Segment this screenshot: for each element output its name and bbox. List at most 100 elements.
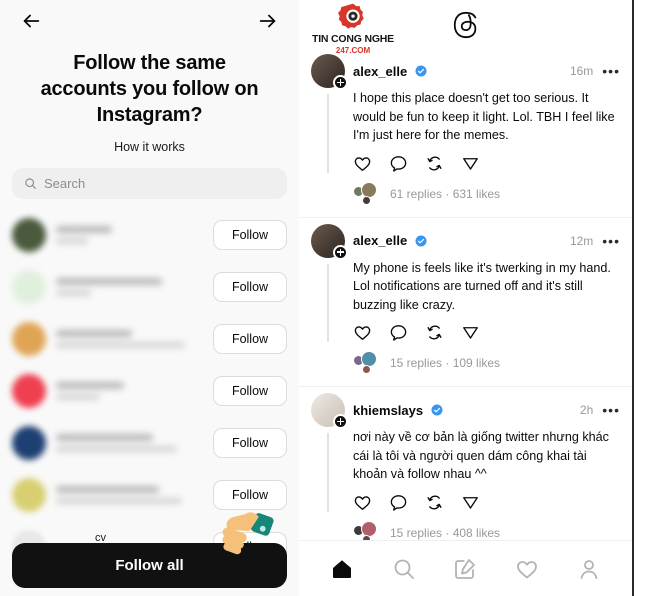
post-body: nơi này về cơ bản là giống twitter nhưng… (311, 428, 620, 556)
post-footer: 15 replies · 109 likes (353, 351, 620, 386)
post-text: My phone is feels like it's twerking in … (353, 260, 611, 312)
post[interactable]: alex_elle 12m ••• My phone is feels like… (299, 218, 632, 387)
thread-connector (327, 433, 329, 512)
post-stats[interactable]: 61 replies · 631 likes (390, 187, 500, 201)
follow-button[interactable]: Follow (213, 376, 287, 406)
reply-avatars (353, 351, 381, 375)
forward-arrow-icon[interactable] (255, 8, 281, 34)
nav-search-icon[interactable] (386, 551, 422, 587)
post-actions (353, 154, 620, 173)
follow-button[interactable]: Follow (213, 428, 287, 458)
post-header-right: 12m ••• (570, 234, 620, 248)
thread-connector (327, 263, 329, 342)
follow-button[interactable]: Follow (213, 272, 287, 302)
avatar[interactable] (311, 54, 348, 90)
add-follow-icon[interactable] (333, 244, 348, 260)
account-meta (56, 226, 203, 244)
follow-button[interactable]: Follow (213, 480, 287, 510)
post-header: alex_elle 12m ••• (311, 223, 620, 260)
post-timestamp: 2h (579, 403, 594, 417)
post-username[interactable]: khiemslays (353, 403, 423, 418)
repost-icon[interactable] (425, 154, 444, 173)
list-item[interactable]: Follow (0, 261, 299, 313)
instagram-follow-suggestions-panel: Follow the same accounts you follow on I… (0, 0, 299, 596)
account-meta (56, 330, 203, 348)
verified-badge-icon (431, 404, 443, 416)
verified-badge-icon (415, 65, 427, 77)
add-follow-icon[interactable] (333, 75, 348, 90)
post[interactable]: alex_elle 16m ••• I hope this place does… (299, 48, 632, 218)
comment-icon[interactable] (389, 493, 408, 512)
post-username[interactable]: alex_elle (353, 233, 407, 248)
post-stats[interactable]: 15 replies · 408 likes (390, 526, 500, 540)
threads-logo-icon (449, 8, 483, 42)
threads-topbar: TIN CONG NGHE 247.COM (299, 0, 632, 55)
comment-icon[interactable] (389, 154, 408, 173)
like-icon[interactable] (353, 323, 372, 342)
how-it-works-link[interactable]: How it works (0, 140, 299, 154)
search-placeholder: Search (44, 176, 86, 191)
post-header: khiemslays 2h ••• (311, 393, 620, 429)
repost-icon[interactable] (425, 323, 444, 342)
thread-connector (327, 94, 329, 173)
post-stats[interactable]: 15 replies · 109 likes (390, 356, 500, 370)
post-more-options-icon[interactable]: ••• (602, 234, 620, 248)
watermark-name: TIN CONG NGHE (312, 33, 394, 45)
avatar (12, 426, 46, 460)
page-title: Follow the same accounts you follow on I… (40, 52, 259, 126)
nav-activity-icon[interactable] (509, 551, 545, 587)
reply-avatars (353, 181, 381, 206)
follow-all-button[interactable]: Follow all (12, 543, 287, 588)
share-icon[interactable] (461, 493, 480, 512)
list-item[interactable]: Follow (0, 417, 299, 469)
list-item[interactable]: Follow (0, 313, 299, 365)
post-timestamp: 12m (569, 233, 594, 248)
post-more-options-icon[interactable]: ••• (602, 403, 620, 417)
like-icon[interactable] (353, 154, 372, 173)
account-meta (56, 278, 203, 296)
post-text: I hope this place doesn't get too seriou… (353, 91, 615, 142)
search-input[interactable]: Search (12, 168, 287, 199)
avatar (12, 322, 46, 356)
bottom-navigation-bar (299, 540, 632, 596)
post-body: My phone is feels like it's twerking in … (311, 259, 620, 387)
follow-button[interactable]: Follow (213, 324, 287, 354)
share-icon[interactable] (461, 323, 480, 342)
list-item[interactable]: Follow (0, 365, 299, 417)
left-panel-topbar (0, 0, 299, 42)
nav-home-icon[interactable] (324, 551, 360, 587)
list-item[interactable]: Follow (0, 209, 299, 261)
account-meta (56, 434, 203, 452)
post-footer: 61 replies · 631 likes (353, 181, 620, 217)
account-meta (56, 382, 203, 400)
avatar (12, 270, 46, 304)
comment-icon[interactable] (389, 323, 408, 342)
post[interactable]: khiemslays 2h ••• nơi này về cơ bản là g… (299, 387, 632, 557)
avatar (12, 374, 46, 408)
post-more-options-icon[interactable]: ••• (602, 64, 620, 78)
add-follow-icon[interactable] (333, 414, 348, 429)
avatar[interactable] (311, 223, 348, 260)
follow-button[interactable]: Follow (213, 220, 287, 250)
threads-feed-panel: TIN CONG NGHE 247.COM alex_elle 16m ••• … (299, 0, 634, 596)
post-actions (353, 323, 620, 342)
share-icon[interactable] (461, 154, 480, 173)
post-body: I hope this place doesn't get too seriou… (311, 89, 620, 217)
post-header-right: 16m ••• (570, 64, 620, 78)
post-header: alex_elle 16m ••• (311, 54, 620, 90)
app-screenshot: Follow the same accounts you follow on I… (0, 0, 650, 596)
post-text: nơi này về cơ bản là giống twitter nhưng… (353, 430, 609, 481)
search-icon (25, 178, 36, 189)
gear-logo-icon (336, 2, 370, 32)
nav-profile-icon[interactable] (571, 551, 607, 587)
repost-icon[interactable] (425, 493, 444, 512)
post-header-right: 2h ••• (580, 403, 620, 417)
search-container: Search (0, 154, 299, 199)
avatar[interactable] (311, 393, 348, 429)
suggested-accounts-list: Follow Follow Follow Follow Follow Follo… (0, 209, 299, 573)
post-username[interactable]: alex_elle (353, 64, 407, 79)
like-icon[interactable] (353, 493, 372, 512)
back-arrow-icon[interactable] (18, 8, 44, 34)
list-item[interactable]: Follow (0, 469, 299, 521)
nav-compose-icon[interactable] (447, 551, 483, 587)
